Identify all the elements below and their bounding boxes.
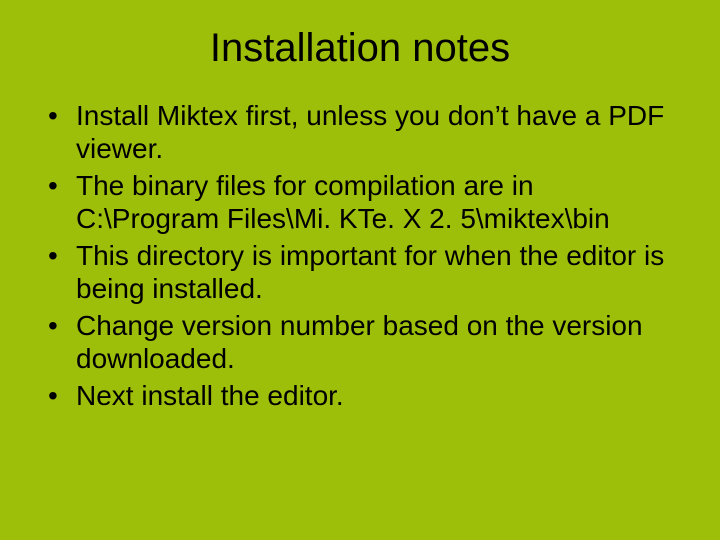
slide-title: Installation notes [30, 26, 690, 71]
list-item: Next install the editor. [48, 379, 682, 412]
slide: Installation notes Install Miktex first,… [0, 0, 720, 540]
bullet-list: Install Miktex first, unless you don’t h… [30, 99, 690, 412]
list-item: Change version number based on the versi… [48, 309, 682, 375]
list-item: Install Miktex first, unless you don’t h… [48, 99, 682, 165]
list-item: This directory is important for when the… [48, 239, 682, 305]
list-item: The binary files for compilation are in … [48, 169, 682, 235]
